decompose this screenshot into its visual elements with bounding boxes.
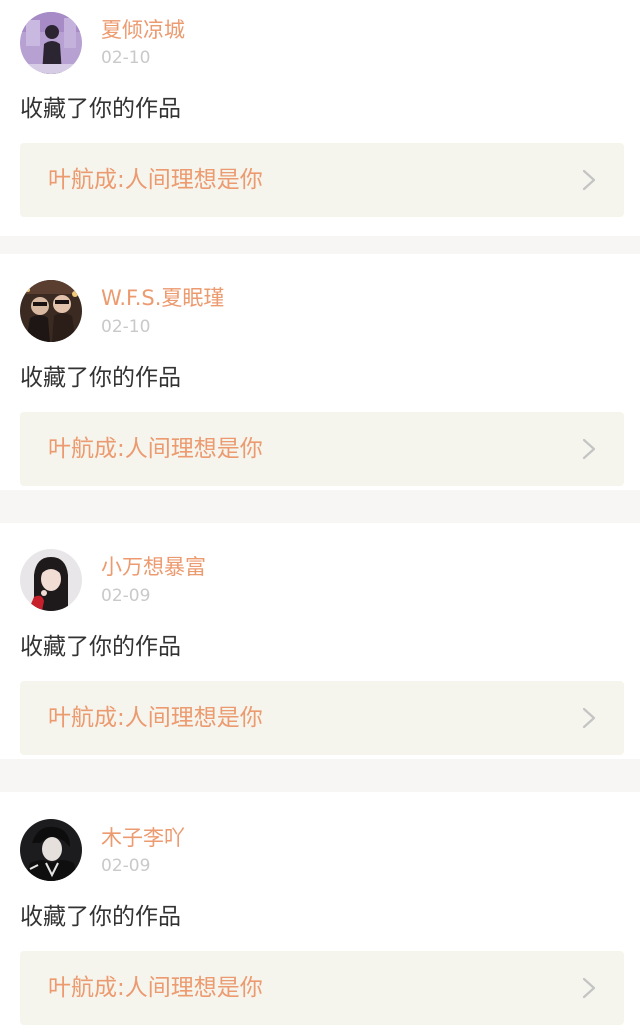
work-link[interactable]: 叶航成:人间理想是你 <box>20 412 624 486</box>
avatar[interactable] <box>20 12 82 74</box>
notification-card: 夏倾凉城 02-10 收藏了你的作品 叶航成:人间理想是你 <box>0 0 640 236</box>
work-link[interactable]: 叶航成:人间理想是你 <box>20 143 624 217</box>
avatar-image <box>20 549 82 611</box>
notification-card: 小万想暴富 02-09 收藏了你的作品 叶航成:人间理想是你 <box>0 523 640 759</box>
work-title: 叶航成:人间理想是你 <box>48 167 263 193</box>
work-title: 叶航成:人间理想是你 <box>48 436 263 462</box>
action-text: 收藏了你的作品 <box>20 96 181 122</box>
action-text: 收藏了你的作品 <box>20 634 181 660</box>
chevron-right-icon <box>582 977 596 999</box>
avatar[interactable] <box>20 819 82 881</box>
work-link[interactable]: 叶航成:人间理想是你 <box>20 681 624 755</box>
username[interactable]: 夏倾凉城 <box>101 16 185 44</box>
avatar-image <box>20 819 82 881</box>
avatar[interactable] <box>20 280 82 342</box>
work-title: 叶航成:人间理想是你 <box>48 975 263 1001</box>
chevron-right-icon <box>582 169 596 191</box>
avatar-image <box>20 12 82 74</box>
username[interactable]: 木子李吖 <box>101 824 185 852</box>
action-text: 收藏了你的作品 <box>20 904 181 930</box>
notification-card: 木子李吖 02-09 收藏了你的作品 叶航成:人间理想是你 <box>0 792 640 1036</box>
notification-card: W.F.S.夏眠瑾 02-10 收藏了你的作品 叶航成:人间理想是你 <box>0 254 640 490</box>
timestamp: 02-10 <box>101 48 151 68</box>
chevron-right-icon <box>582 707 596 729</box>
timestamp: 02-10 <box>101 317 151 337</box>
action-text: 收藏了你的作品 <box>20 365 181 391</box>
notification-feed: 夏倾凉城 02-10 收藏了你的作品 叶航成:人间理想是你 W.F.S.夏眠瑾 … <box>0 0 640 1036</box>
chevron-right-icon <box>582 438 596 460</box>
timestamp: 02-09 <box>101 856 151 876</box>
avatar[interactable] <box>20 549 82 611</box>
work-title: 叶航成:人间理想是你 <box>48 705 263 731</box>
username[interactable]: W.F.S.夏眠瑾 <box>101 284 224 312</box>
avatar-image <box>20 280 82 342</box>
timestamp: 02-09 <box>101 586 151 606</box>
work-link[interactable]: 叶航成:人间理想是你 <box>20 951 624 1025</box>
username[interactable]: 小万想暴富 <box>101 553 206 581</box>
